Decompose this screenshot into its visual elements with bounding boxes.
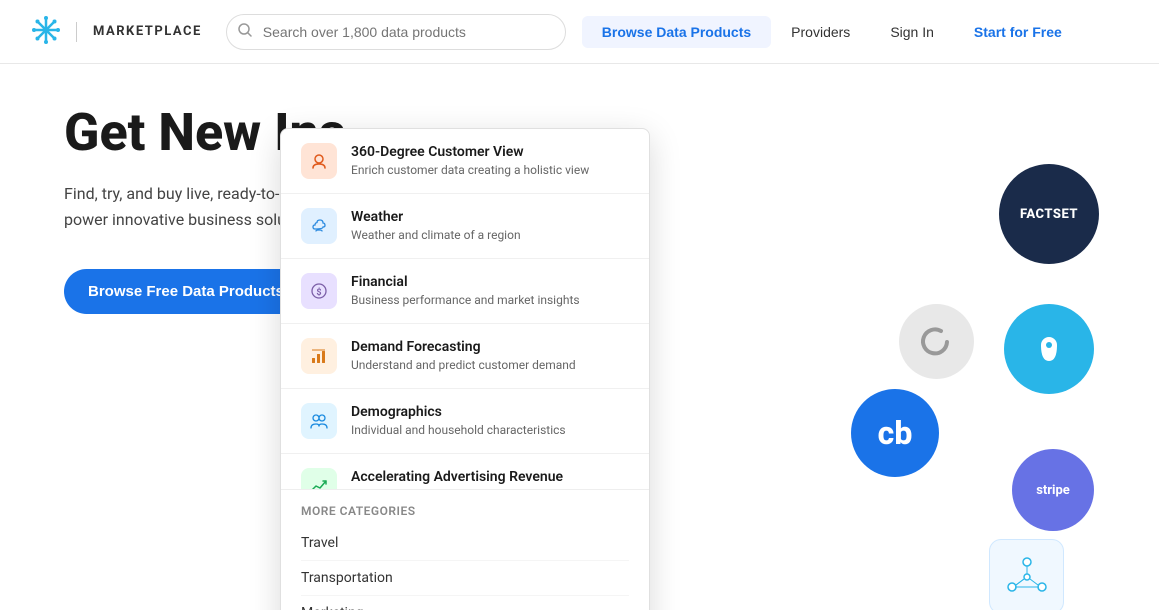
browse-free-button[interactable]: Browse Free Data Products: [64, 269, 308, 314]
main-content: Get New Ins Find, try, and buy live, rea…: [0, 64, 1159, 610]
main-nav: Browse Data Products Providers Sign In S…: [582, 16, 1082, 48]
crunchbase-text: cb: [878, 414, 913, 452]
item-weather-title: Weather: [351, 209, 629, 225]
item-demand-title: Demand Forecasting: [351, 339, 629, 355]
stripe-text: stripe: [1036, 483, 1070, 498]
item-financial-title: Financial: [351, 274, 629, 290]
stripe-logo: stripe: [1012, 449, 1094, 531]
financial-icon: $: [301, 273, 337, 309]
search-wrapper: [226, 14, 566, 50]
item-demographics-title: Demographics: [351, 404, 629, 420]
marketplace-label: MARKETPLACE: [93, 24, 202, 39]
factset-text: FACTSET: [1020, 207, 1078, 222]
more-cat-marketing[interactable]: Marketing: [301, 596, 629, 610]
snowflake-icon: [32, 16, 60, 48]
search-icon: [238, 23, 252, 41]
geo-network-logo: [989, 539, 1064, 610]
dropdown-item-advertising[interactable]: Accelerating Advertising Revenue Increas…: [281, 454, 649, 489]
more-categories-section: More Categories Travel Transportation Ma…: [281, 489, 649, 610]
dropdown-item-weather[interactable]: Weather Weather and climate of a region: [281, 194, 649, 259]
advertising-icon: [301, 468, 337, 489]
item-demand-desc: Understand and predict customer demand: [351, 357, 629, 374]
search-input[interactable]: [226, 14, 566, 50]
item-360-title: 360-Degree Customer View: [351, 144, 629, 160]
item-weather-desc: Weather and climate of a region: [351, 227, 629, 244]
more-categories-label: More Categories: [301, 504, 629, 518]
crunchbase-logo: cb: [851, 389, 939, 477]
more-cat-transportation[interactable]: Transportation: [301, 561, 629, 596]
dropdown-scroll-area[interactable]: 360-Degree Customer View Enrich customer…: [281, 129, 649, 489]
c-logo: [899, 304, 974, 379]
pagerduty-logo: [1004, 304, 1094, 394]
dropdown-item-demographics[interactable]: Demographics Individual and household ch…: [281, 389, 649, 454]
item-financial-desc: Business performance and market insights: [351, 292, 629, 309]
factset-logo: FACTSET: [999, 164, 1099, 264]
weather-icon: [301, 208, 337, 244]
dropdown-item-360[interactable]: 360-Degree Customer View Enrich customer…: [281, 129, 649, 194]
dropdown-item-financial[interactable]: $ Financial Business performance and mar…: [281, 259, 649, 324]
item-demographics-desc: Individual and household characteristics: [351, 422, 629, 439]
more-cat-travel[interactable]: Travel: [301, 526, 629, 561]
item-advertising-title: Accelerating Advertising Revenue: [351, 469, 629, 485]
providers-link[interactable]: Providers: [771, 16, 870, 48]
browse-data-products-button[interactable]: Browse Data Products: [582, 16, 771, 48]
logo-area: MARKETPLACE: [32, 16, 202, 48]
search-dropdown: 360-Degree Customer View Enrich customer…: [280, 128, 650, 610]
start-free-link[interactable]: Start for Free: [954, 16, 1082, 48]
header: MARKETPLACE Browse Data Products Provide…: [0, 0, 1159, 64]
logo-divider: [76, 22, 77, 42]
demand-icon: [301, 338, 337, 374]
svg-text:$: $: [316, 287, 321, 298]
item-advertising-desc: Increase effectiveness of your ad invent…: [351, 487, 629, 489]
demographics-icon: [301, 403, 337, 439]
partner-logos: FACTSET cb stripe: [839, 84, 1119, 604]
signin-link[interactable]: Sign In: [870, 16, 954, 48]
item-360-desc: Enrich customer data creating a holistic…: [351, 162, 629, 179]
dropdown-item-demand[interactable]: Demand Forecasting Understand and predic…: [281, 324, 649, 389]
360-icon: [301, 143, 337, 179]
